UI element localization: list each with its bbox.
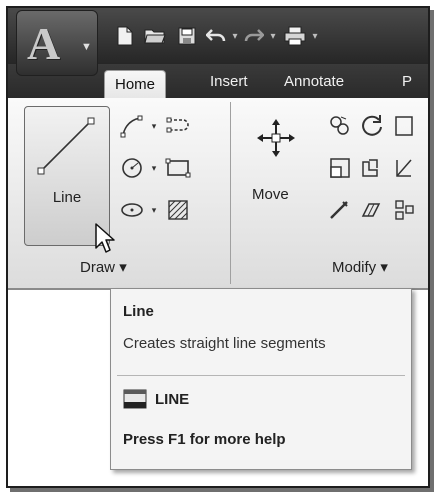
draw-panel-label: Draw — [80, 259, 116, 276]
copy-icon[interactable] — [326, 112, 354, 140]
move-icon — [257, 119, 295, 157]
circle-dropdown-icon[interactable]: ▾ — [148, 154, 160, 182]
modify-panel-label: Modify — [332, 259, 377, 276]
chevron-down-icon: ▼ — [81, 41, 92, 53]
save-icon[interactable] — [174, 24, 200, 48]
hatch-icon[interactable] — [164, 196, 192, 224]
quick-access-dropdown-icon[interactable]: ▾ — [310, 24, 320, 48]
draw-panel-title[interactable]: Draw ▾ — [80, 258, 127, 276]
scale-icon[interactable] — [326, 196, 354, 224]
explode-icon[interactable] — [390, 196, 418, 224]
stretch-icon[interactable] — [358, 154, 386, 182]
redo-icon[interactable] — [242, 24, 266, 48]
application-menu-button[interactable]: A ▼ — [16, 10, 98, 76]
line-icon — [37, 117, 95, 175]
tooltip-divider — [117, 375, 405, 376]
rotate-icon[interactable] — [358, 112, 386, 140]
autocad-window: ▾ ▾ ▾ A ▼ Home Insert Annotate P Line ▾ … — [6, 6, 430, 488]
open-icon[interactable] — [142, 24, 168, 48]
redo-dropdown-icon[interactable]: ▾ — [268, 24, 278, 48]
trim-icon[interactable] — [390, 112, 418, 140]
circle-icon[interactable] — [118, 154, 146, 182]
polyline-icon[interactable] — [118, 112, 146, 140]
tab-home[interactable]: Home — [104, 70, 167, 99]
mirror-icon[interactable] — [326, 154, 354, 182]
chevron-down-icon: ▾ — [380, 259, 388, 276]
tab-insert[interactable]: Insert — [200, 68, 258, 96]
rectangle-icon[interactable] — [164, 154, 192, 182]
line-button-label: Line — [52, 189, 82, 206]
mouse-cursor-icon — [95, 223, 115, 253]
undo-dropdown-icon[interactable]: ▾ — [230, 24, 240, 48]
new-icon[interactable] — [112, 24, 138, 48]
move-button-label: Move — [252, 186, 289, 203]
spline-icon[interactable] — [164, 112, 192, 140]
tooltip-title: Line — [123, 303, 154, 320]
ellipse-icon[interactable] — [118, 196, 146, 224]
tooltip-command-name: LINE — [155, 391, 190, 408]
panel-divider — [230, 102, 231, 284]
array-icon[interactable] — [358, 196, 386, 224]
tab-partial[interactable]: P — [392, 68, 422, 96]
autocad-logo-icon: A — [27, 18, 61, 69]
plot-icon[interactable] — [282, 24, 308, 48]
chevron-down-icon: ▾ — [119, 259, 127, 276]
fillet-icon[interactable] — [390, 154, 418, 182]
tooltip-help-hint: Press F1 for more help — [123, 431, 286, 448]
command-line-icon — [123, 389, 147, 409]
undo-icon[interactable] — [204, 24, 228, 48]
ribbon-home: Line ▾ ▾ ▾ Draw ▾ Move Modify ▾ — [8, 98, 428, 290]
line-tooltip: Line Creates straight line segments LINE… — [110, 288, 412, 470]
ellipse-dropdown-icon[interactable]: ▾ — [148, 196, 160, 224]
tab-annotate[interactable]: Annotate — [274, 68, 354, 96]
modify-panel-title[interactable]: Modify ▾ — [332, 258, 388, 276]
tooltip-description: Creates straight line segments — [123, 335, 326, 352]
polyline-dropdown-icon[interactable]: ▾ — [148, 112, 160, 140]
